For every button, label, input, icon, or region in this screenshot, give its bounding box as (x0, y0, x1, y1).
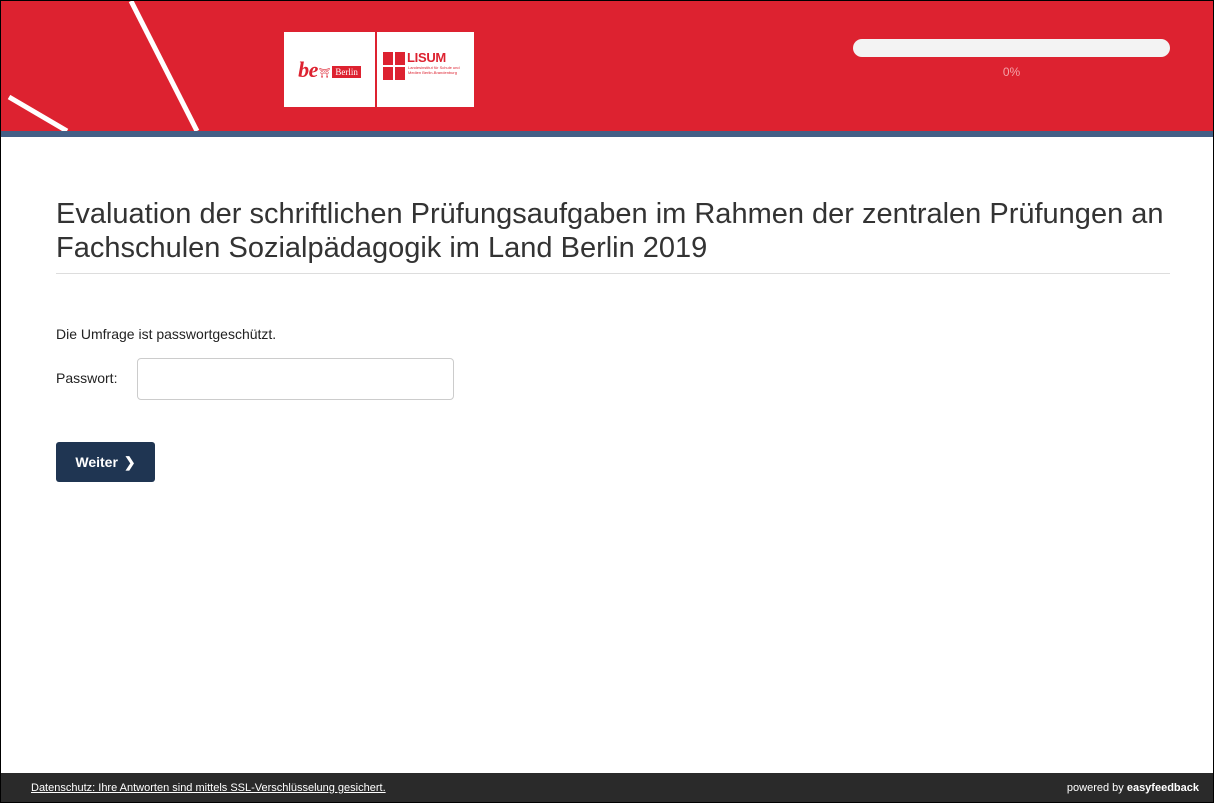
lisum-grid-icon (383, 52, 405, 80)
password-input[interactable] (137, 358, 454, 400)
header-banner: be ⛩ Berlin LISUM Landesinstitut für Sch… (1, 1, 1213, 131)
decor-line-short (7, 94, 69, 131)
chevron-right-icon: ❯ (123, 453, 136, 470)
next-button[interactable]: Weiter ❯ (56, 442, 155, 482)
powered-by: powered by easyfeedback (1067, 782, 1199, 794)
password-notice: Die Umfrage ist passwortgeschützt. (56, 326, 277, 342)
progress-label: 0% (1002, 65, 1021, 79)
be-berlin-logo-word: be (298, 56, 318, 82)
powered-by-prefix: powered by (1066, 782, 1127, 794)
header-stripe (1, 131, 1213, 137)
lisum-logo-subtitle: Landesinstitut für Schule und Medien Ber… (408, 65, 460, 75)
page-frame: be ⛩ Berlin LISUM Landesinstitut für Sch… (0, 0, 1214, 803)
footer: Datenschutz: Ihre Antworten sind mittels… (1, 773, 1213, 802)
privacy-link[interactable]: Datenschutz: Ihre Antworten sind mittels… (31, 782, 386, 794)
lisum-logo: LISUM Landesinstitut für Schule und Medi… (377, 32, 474, 107)
page-title: Evaluation der schriftlichen Prüfungsauf… (56, 198, 1164, 264)
decor-line-long (128, 1, 200, 131)
next-button-label: Weiter (75, 454, 118, 470)
be-berlin-logo: be ⛩ Berlin (284, 32, 377, 107)
password-label: Passwort: (56, 370, 118, 386)
powered-by-brand: easyfeedback (1126, 782, 1199, 794)
partner-logos: be ⛩ Berlin LISUM Landesinstitut für Sch… (284, 32, 474, 107)
be-berlin-logo-tag: Berlin (332, 65, 361, 78)
progress-bar (853, 39, 1170, 57)
lisum-logo-word: LISUM (407, 50, 446, 65)
title-divider (56, 273, 1170, 274)
brandenburg-gate-icon: ⛩ (318, 68, 331, 78)
